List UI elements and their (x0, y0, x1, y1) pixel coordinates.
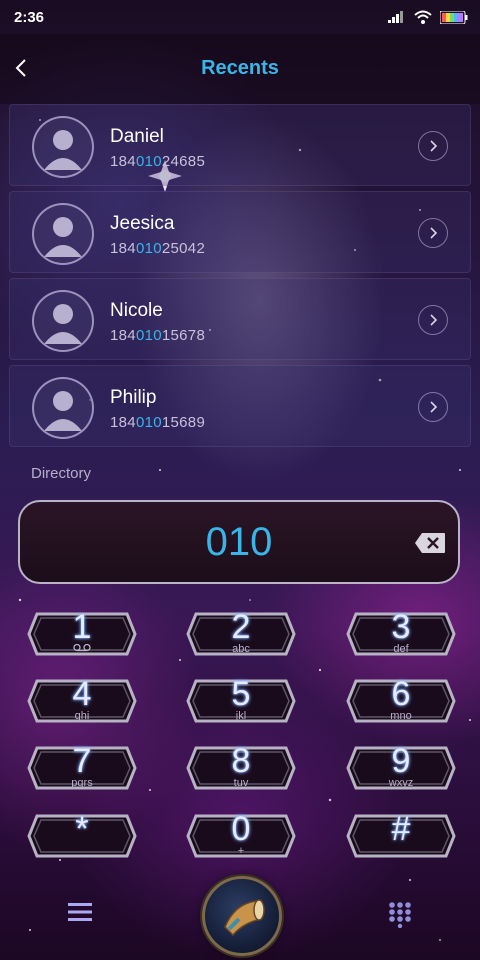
contact-number: 18401015678 (110, 327, 206, 344)
avatar (32, 203, 94, 265)
voicemail-icon (27, 643, 137, 655)
key-digit: 5 (231, 675, 251, 713)
key-digit: 3 (391, 608, 411, 646)
status-time: 2:36 (14, 9, 45, 26)
key-letters: def (393, 643, 409, 655)
contact-name: Daniel (110, 126, 164, 147)
key-letters: mno (390, 710, 412, 722)
chevron-right-icon[interactable] (418, 131, 448, 161)
contact-number: 18401015689 (110, 414, 206, 431)
avatar (32, 290, 94, 352)
avatar (32, 377, 94, 439)
key-digit: 8 (231, 742, 251, 780)
key-letters: ghi (74, 710, 90, 722)
status-bar: 2:36 (0, 0, 480, 34)
contact-number: 18401024685 (110, 153, 206, 170)
dial-input-display[interactable]: 010 (18, 500, 460, 584)
key-3[interactable]: 3 def (346, 608, 456, 660)
backspace-icon[interactable] (414, 532, 446, 554)
key-6[interactable]: 6 mno (346, 675, 456, 727)
call-button[interactable] (202, 876, 282, 956)
header-bar: Recents (0, 34, 480, 104)
key-digit: 2 (231, 608, 251, 646)
key-9[interactable]: 9 wxyz (346, 742, 456, 794)
key-letters: pqrs (71, 777, 93, 789)
avatar (32, 116, 94, 178)
key-digit: 0 (231, 810, 251, 848)
key-1[interactable]: 1 (27, 608, 137, 660)
contact-name: Jeesica (110, 213, 175, 234)
battery-icon (440, 10, 468, 24)
key-letters: abc (232, 643, 250, 655)
contact-row[interactable]: Philip 18401015689 (9, 365, 471, 447)
dialpad-icon[interactable] (386, 900, 414, 928)
key-4[interactable]: 4 ghi (27, 675, 137, 727)
key-5[interactable]: 5 jkl (186, 675, 296, 727)
chevron-right-icon[interactable] (418, 305, 448, 335)
key-digit: # (391, 810, 411, 848)
directory-label: Directory (31, 465, 92, 482)
menu-icon[interactable] (66, 900, 94, 924)
key-digit: 6 (391, 675, 411, 713)
key-digit: 4 (72, 675, 92, 713)
key-star[interactable]: * (27, 810, 137, 862)
page-title: Recents (201, 57, 279, 79)
bottom-bar (0, 868, 480, 960)
key-0[interactable]: 0 + (186, 810, 296, 862)
dialed-number: 010 (205, 520, 273, 564)
key-letters: jkl (235, 710, 247, 722)
key-2[interactable]: 2 abc (186, 608, 296, 660)
contact-number: 18401025042 (110, 240, 206, 257)
horn-icon (224, 899, 265, 937)
contact-row[interactable]: Jeesica 18401025042 (9, 191, 471, 273)
recents-list: Daniel 18401024685 Jeesica 18401025042 N… (9, 104, 471, 452)
key-7[interactable]: 7 pqrs (27, 742, 137, 794)
contact-name: Philip (110, 387, 157, 408)
key-hash[interactable]: # (346, 810, 456, 862)
key-8[interactable]: 8 tuv (186, 742, 296, 794)
key-letters: + (237, 845, 245, 857)
key-digit: 7 (72, 742, 92, 780)
key-digit: * (75, 810, 89, 848)
chevron-right-icon[interactable] (418, 218, 448, 248)
key-letters: tuv (233, 777, 249, 789)
chevron-right-icon[interactable] (418, 392, 448, 422)
contact-row[interactable]: Nicole 18401015678 (9, 278, 471, 360)
key-letters: wxyz (388, 777, 414, 789)
contact-name: Nicole (110, 300, 163, 321)
contact-row[interactable]: Daniel 18401024685 (9, 104, 471, 186)
key-digit: 9 (391, 742, 411, 780)
signal-icon (388, 11, 403, 23)
wifi-icon (414, 10, 432, 24)
key-digit: 1 (72, 608, 92, 646)
